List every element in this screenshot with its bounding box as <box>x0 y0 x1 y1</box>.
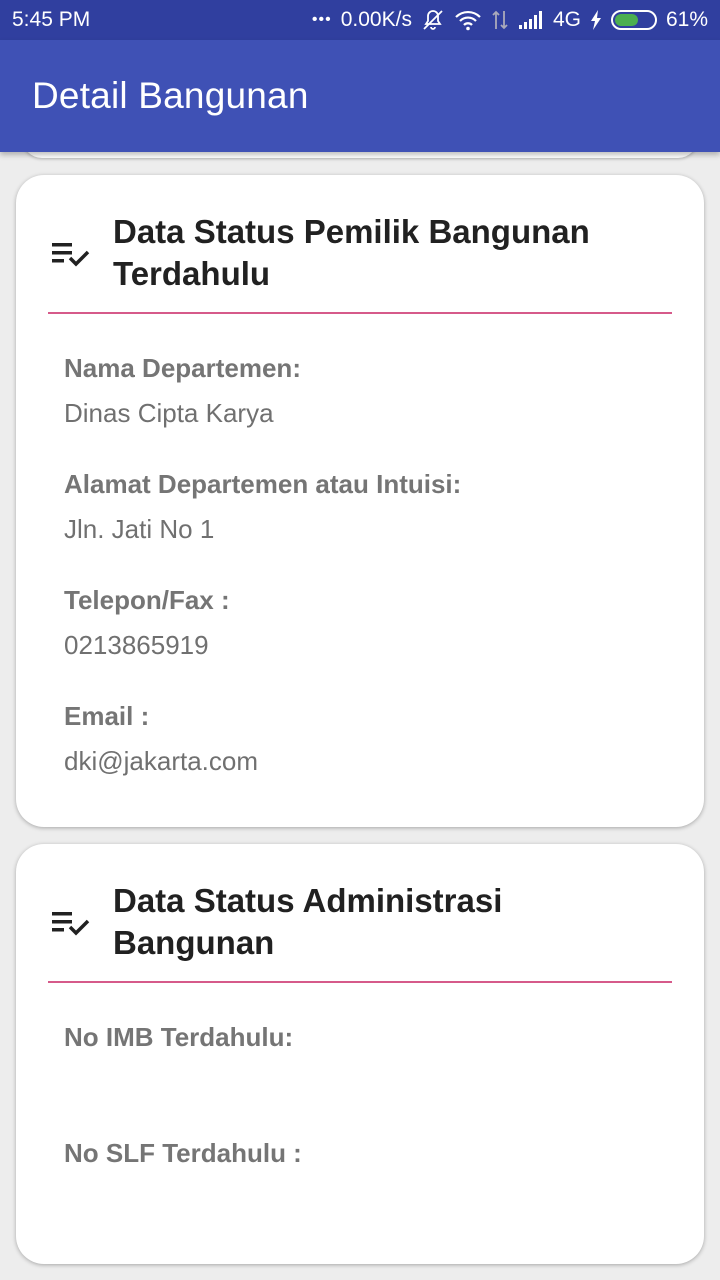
card-divider <box>48 981 672 983</box>
more-dots-icon: ••• <box>311 11 332 28</box>
previous-card-edge <box>22 152 698 158</box>
status-icons: ••• 0.00K/s 4G 61% <box>312 8 708 32</box>
network-type: 4G <box>552 8 581 31</box>
status-time: 5:45 PM <box>12 8 91 31</box>
card-header: Data Status Administrasi Bangunan <box>16 844 704 983</box>
checklist-icon <box>50 908 94 938</box>
mute-bell-icon <box>421 8 445 32</box>
app-bar: Detail Bangunan <box>0 40 720 152</box>
field-label: No SLF Terdahulu : <box>64 1138 302 1168</box>
page-title: Detail Bangunan <box>32 75 309 116</box>
field-nama-departemen: Nama Departemen: Dinas Cipta Karya <box>64 353 301 429</box>
field-label: Nama Departemen: <box>64 353 301 383</box>
field-no-slf: No SLF Terdahulu : <box>64 1138 302 1183</box>
battery-level <box>614 14 639 26</box>
field-telepon-fax: Telepon/Fax : 0213865919 <box>64 585 230 661</box>
field-value: Jln. Jati No 1 <box>64 514 215 544</box>
data-transfer-icon <box>491 9 509 31</box>
field-label: Telepon/Fax : <box>64 585 230 615</box>
field-alamat-departemen: Alamat Departemen atau Intuisi: Jln. Jat… <box>64 469 461 545</box>
charging-bolt-icon <box>590 10 602 30</box>
field-label: No IMB Terdahulu: <box>64 1022 294 1052</box>
checklist-icon <box>50 239 94 269</box>
card-title: Data Status Administrasi Bangunan <box>113 882 503 961</box>
card-administrative-status: Data Status Administrasi Bangunan No IMB… <box>16 844 704 1264</box>
wifi-icon <box>454 9 482 31</box>
field-email: Email : dki@jakarta.com <box>64 701 258 777</box>
card-previous-owner: Data Status Pemilik Bangunan Terdahulu N… <box>16 175 704 827</box>
battery-icon <box>610 10 657 30</box>
scroll-content[interactable]: Data Status Pemilik Bangunan Terdahulu N… <box>0 152 720 1280</box>
status-bar: 5:45 PM ••• 0.00K/s 4G 61% <box>0 0 720 40</box>
field-value: dki@jakarta.com <box>64 746 259 776</box>
field-value: 0213865919 <box>64 630 209 660</box>
card-header: Data Status Pemilik Bangunan Terdahulu <box>16 175 704 314</box>
field-label: Alamat Departemen atau Intuisi: <box>64 469 462 499</box>
field-label: Email : <box>64 701 150 731</box>
card-title: Data Status Pemilik Bangunan Terdahulu <box>113 213 590 292</box>
field-no-imb: No IMB Terdahulu: <box>64 1022 293 1067</box>
signal-icon <box>518 10 544 30</box>
field-value: Dinas Cipta Karya <box>64 398 274 428</box>
network-speed: 0.00K/s <box>340 8 412 31</box>
card-divider <box>48 312 672 314</box>
battery-percent: 61% <box>665 8 708 31</box>
